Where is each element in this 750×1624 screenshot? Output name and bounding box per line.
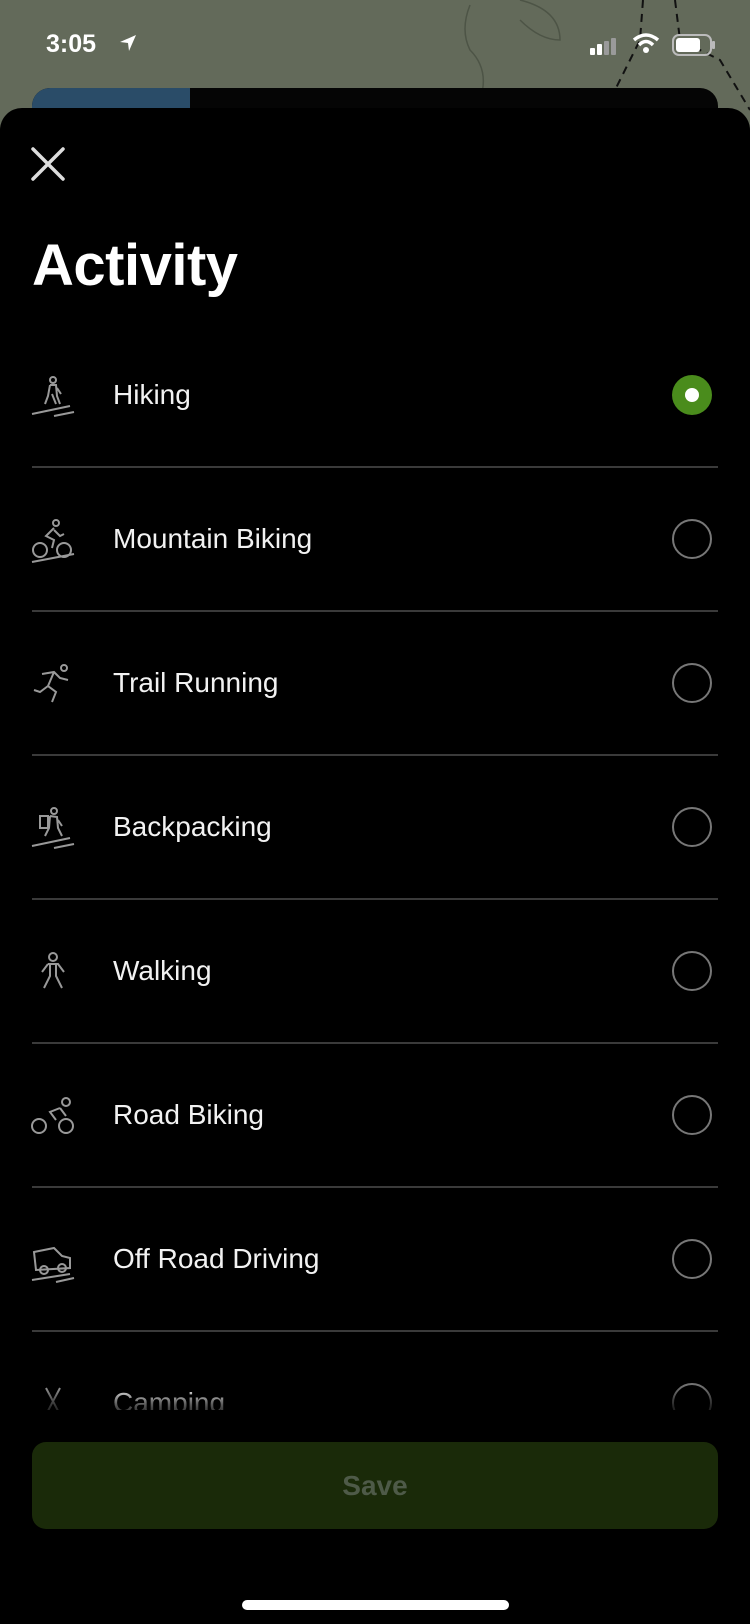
page-title: Activity <box>32 233 238 298</box>
radio-unselected[interactable] <box>672 519 712 559</box>
activity-option-hiking[interactable]: Hiking <box>0 324 750 468</box>
activity-option-walking[interactable]: Walking <box>0 900 750 1044</box>
save-button[interactable]: Save <box>32 1442 718 1529</box>
activity-label: Hiking <box>113 379 191 410</box>
activity-option-mountain-biking[interactable]: Mountain Biking <box>0 468 750 612</box>
mountain-biking-icon <box>31 519 75 563</box>
activity-label: Backpacking <box>113 811 272 842</box>
activity-sheet: Activity Hiking Mountain Biking Trail Ru… <box>0 108 750 1624</box>
radio-unselected[interactable] <box>672 807 712 847</box>
activity-option-off-road-driving[interactable]: Off Road Driving <box>0 1188 750 1332</box>
close-icon[interactable] <box>28 144 68 184</box>
activity-option-road-biking[interactable]: Road Biking <box>0 1044 750 1188</box>
radio-unselected[interactable] <box>672 1239 712 1279</box>
activity-label: Road Biking <box>113 1099 264 1130</box>
activity-list: Hiking Mountain Biking Trail Running Bac… <box>0 324 750 1476</box>
road-biking-icon <box>31 1097 74 1134</box>
radio-unselected[interactable] <box>672 663 712 703</box>
location-arrow-icon <box>120 35 136 51</box>
activity-label: Walking <box>113 955 212 986</box>
backpacking-icon <box>31 807 75 849</box>
status-bar: 3:05 <box>0 0 750 88</box>
activity-option-backpacking[interactable]: Backpacking <box>0 756 750 900</box>
signal-icon <box>590 38 616 55</box>
walking-icon <box>41 952 65 989</box>
radio-selected[interactable] <box>672 375 712 415</box>
hiking-icon <box>31 376 75 417</box>
radio-unselected[interactable] <box>672 1095 712 1135</box>
activity-label: Off Road Driving <box>113 1243 320 1274</box>
wifi-icon <box>632 33 660 53</box>
activity-label: Trail Running <box>113 667 279 698</box>
radio-unselected[interactable] <box>672 951 712 991</box>
battery-icon <box>672 34 715 56</box>
footer: Save <box>0 1410 750 1624</box>
status-time: 3:05 <box>46 30 97 58</box>
activity-option-trail-running[interactable]: Trail Running <box>0 612 750 756</box>
trail-running-icon <box>33 664 69 703</box>
activity-label: Mountain Biking <box>113 523 313 554</box>
off-road-driving-icon <box>31 1246 75 1283</box>
home-indicator <box>242 1600 509 1610</box>
